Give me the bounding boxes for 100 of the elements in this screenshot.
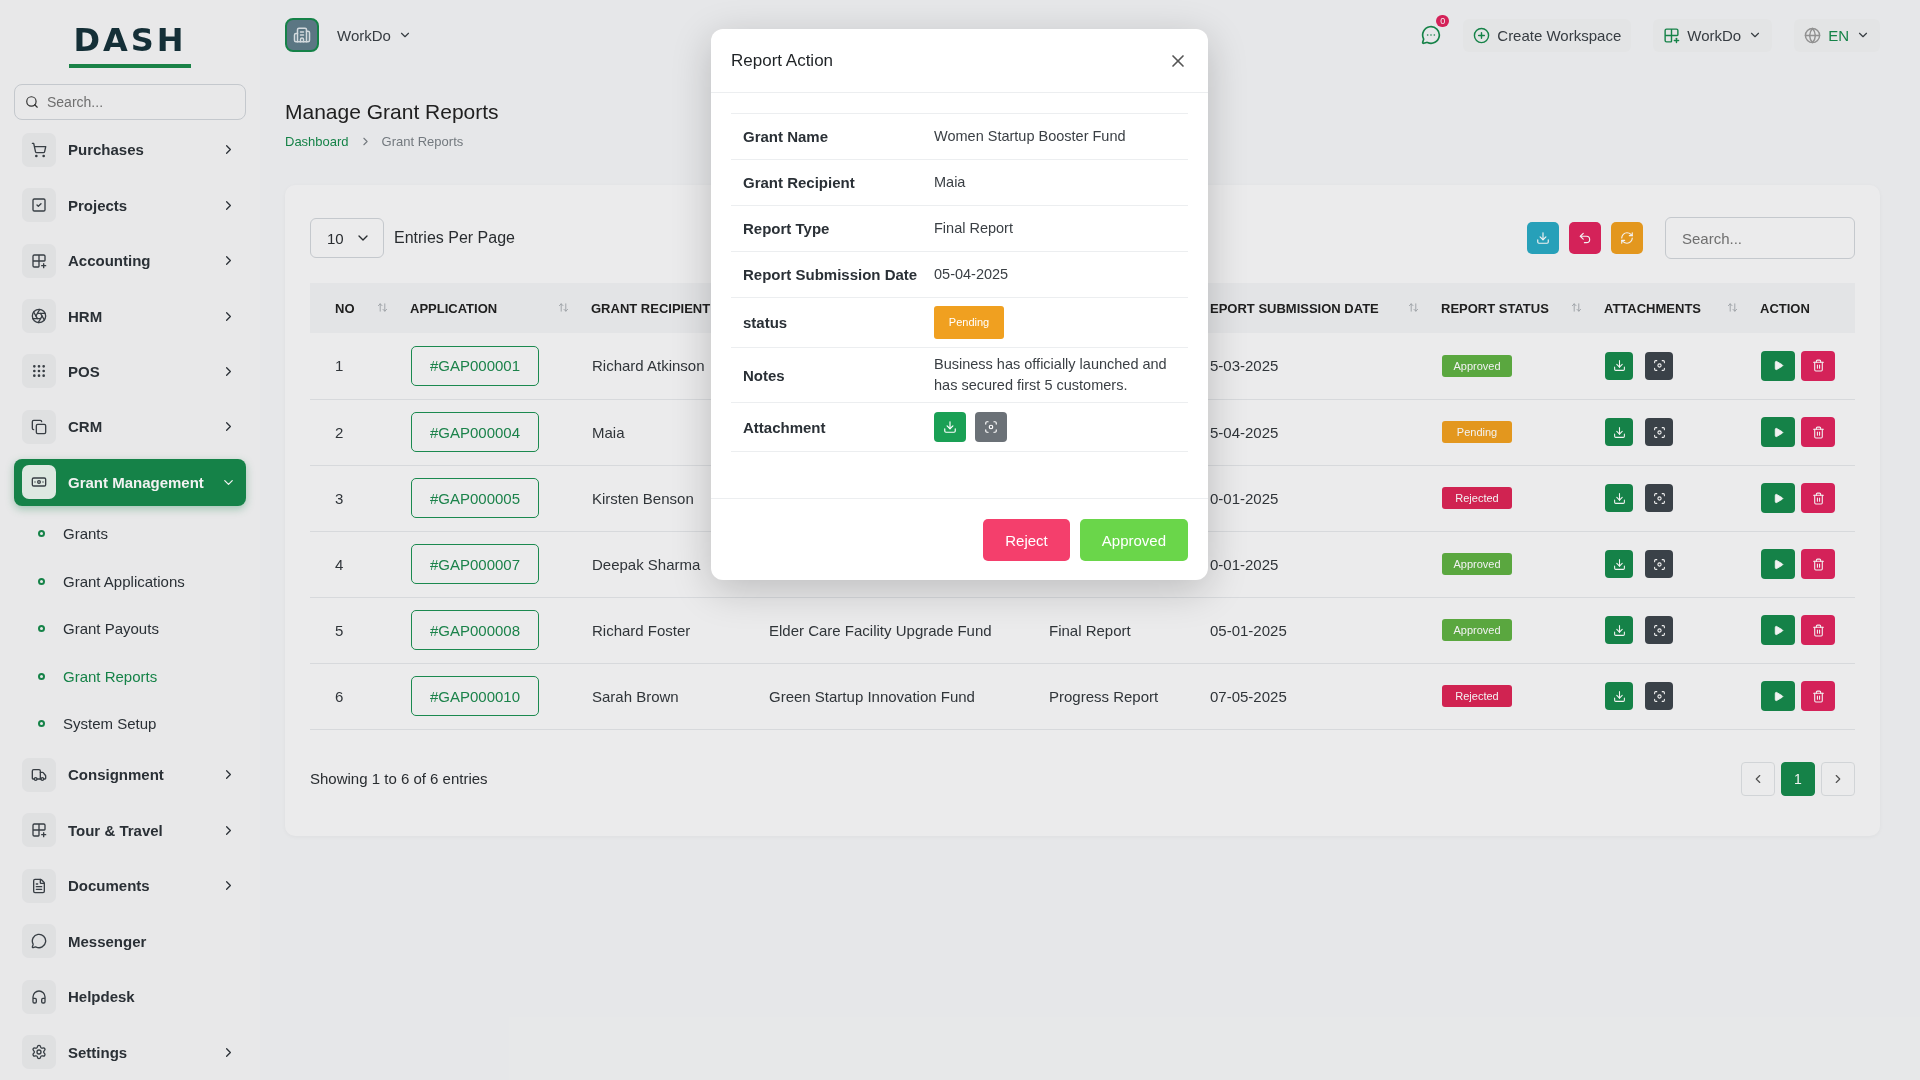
play-button[interactable] (1761, 483, 1795, 513)
delete-button[interactable] (1801, 549, 1835, 579)
play-icon (1772, 360, 1784, 372)
checkbox-icon (22, 188, 56, 223)
focus-frame-button[interactable] (1645, 550, 1673, 578)
language-button[interactable]: EN (1794, 18, 1880, 52)
download-icon (1612, 623, 1626, 637)
sidebar-item[interactable]: Messenger (14, 917, 246, 965)
sidebar-item[interactable]: HRM (14, 292, 246, 340)
delete-button[interactable] (1801, 483, 1835, 513)
sidebar-item[interactable]: Projects (14, 181, 246, 229)
play-icon (1772, 690, 1784, 702)
download-button[interactable] (1605, 418, 1633, 446)
delete-button[interactable] (1801, 615, 1835, 645)
create-workspace-button[interactable]: Create Workspace (1463, 18, 1632, 52)
submenu-item[interactable]: Grants (14, 510, 246, 558)
sidebar-item[interactable]: Tour & Travel (14, 806, 246, 855)
bullet-icon (38, 720, 45, 728)
download-icon (1612, 359, 1626, 373)
application-link[interactable]: #GAP000005 (411, 478, 539, 518)
status-badge: Rejected (1442, 685, 1512, 707)
sidebar-item[interactable]: Accounting (14, 236, 246, 285)
aperture-icon (22, 299, 56, 334)
focus-frame-icon (1652, 557, 1666, 571)
application-link[interactable]: #GAP000010 (411, 676, 539, 716)
download-button[interactable] (1605, 484, 1633, 512)
document-icon (22, 868, 56, 903)
download-icon (943, 420, 957, 434)
sidebar-item[interactable]: Settings (14, 1028, 246, 1076)
table-cell: 5 (335, 621, 344, 639)
table-cell: Maia (592, 423, 625, 441)
focus-frame-button[interactable] (1645, 484, 1673, 512)
play-button[interactable] (1761, 615, 1795, 645)
application-link[interactable]: #GAP000008 (411, 610, 539, 650)
submenu-item[interactable]: Grant Applications (14, 557, 246, 605)
focus-frame-button[interactable] (1645, 351, 1673, 380)
sidebar-item[interactable]: Helpdesk (14, 973, 246, 1021)
sidebar-item[interactable]: POS (14, 347, 246, 396)
trash-icon (1811, 623, 1825, 637)
focus-frame-icon (1652, 491, 1666, 505)
play-button[interactable] (1761, 549, 1795, 579)
application-link[interactable]: #GAP000001 (411, 345, 539, 386)
sidebar-item[interactable]: Grant Management (14, 458, 246, 507)
table-cell: 0-01-2025 (1210, 489, 1279, 507)
workspace-dropdown[interactable]: WorkDo (327, 18, 422, 52)
undo-button[interactable] (1569, 222, 1601, 254)
grid-plus-icon (22, 813, 56, 848)
search-field[interactable]: Search... (1665, 217, 1855, 259)
page-button[interactable]: 1 (1781, 761, 1815, 796)
focus-frame-button[interactable] (1645, 616, 1673, 644)
table-cell: 2 (335, 423, 344, 441)
table-cell: Richard Foster (592, 621, 691, 639)
focus-frame-icon (1652, 425, 1666, 439)
delete-button[interactable] (1801, 681, 1835, 711)
sidebar-item[interactable]: Consignment (14, 751, 246, 799)
table-cell: 6 (335, 687, 344, 705)
status-badge: Rejected (1442, 487, 1512, 509)
sidebar-item[interactable]: CRM (14, 403, 246, 451)
application-link[interactable]: #GAP000007 (411, 544, 539, 584)
column-header: APPLICATION (410, 300, 498, 316)
play-button[interactable] (1761, 417, 1795, 447)
breadcrumb-link[interactable]: Dashboard (285, 134, 349, 149)
table-cell: 0-01-2025 (1210, 555, 1279, 573)
submenu-item[interactable]: Grant Payouts (14, 604, 246, 653)
field-label: Grant Recipient (742, 174, 856, 191)
delete-button[interactable] (1801, 417, 1835, 447)
submenu-item[interactable]: Grant Reports (14, 652, 246, 700)
download-button[interactable] (1605, 351, 1633, 380)
download-button[interactable] (934, 412, 966, 442)
workspace-avatar-icon[interactable] (285, 18, 319, 52)
download-button[interactable] (1605, 550, 1633, 578)
trash-icon (1811, 359, 1825, 373)
focus-frame-button[interactable] (1645, 418, 1673, 446)
search-field[interactable]: Search... (14, 84, 246, 120)
reject-button[interactable]: Reject (983, 519, 1070, 561)
entries-select[interactable]: 10 (310, 218, 384, 258)
play-button[interactable] (1761, 350, 1795, 381)
table-cell: 07-05-2025 (1210, 687, 1287, 705)
delete-button[interactable] (1801, 350, 1835, 381)
messages-icon[interactable] (1421, 25, 1442, 45)
field-value: 05-04-2025 (934, 265, 1010, 284)
submenu-item[interactable]: System Setup (14, 699, 246, 748)
grid-plus-icon (1663, 26, 1681, 44)
field-value: Maia (934, 173, 967, 192)
bullet-icon (38, 577, 45, 585)
column-header: EPORT SUBMISSION DATE (1210, 300, 1379, 316)
download-button[interactable] (1527, 222, 1559, 254)
table-cell: Sarah Brown (592, 687, 679, 705)
field-label: Report Submission Date (742, 266, 919, 283)
cart-icon (22, 132, 56, 167)
column-header: NO (335, 300, 355, 316)
download-button[interactable] (1605, 616, 1633, 644)
sidebar-item[interactable]: Documents (14, 862, 246, 910)
download-button[interactable] (1605, 682, 1633, 710)
focus-frame-button[interactable] (1645, 682, 1673, 710)
application-link[interactable]: #GAP000004 (411, 412, 539, 452)
table-cell: 3 (335, 489, 344, 507)
sidebar-item[interactable]: Purchases (14, 126, 246, 174)
workspace-menu-button[interactable]: WorkDo (1653, 18, 1773, 52)
play-button[interactable] (1761, 681, 1795, 711)
